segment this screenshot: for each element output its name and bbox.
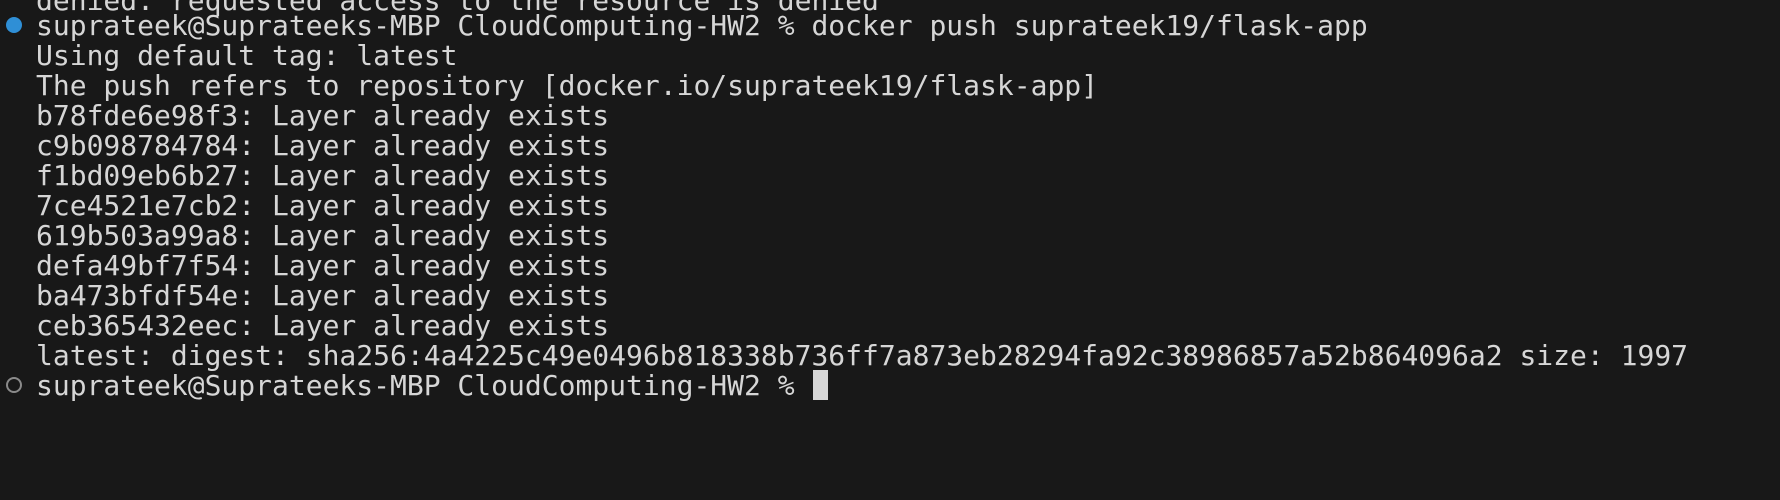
digest-output-line: latest: digest: sha256:4a4225c49e0496b81… — [36, 339, 1689, 372]
output-line: ba473bfdf54e: Layer already exists — [36, 279, 610, 312]
command-prompt-line: suprateek@Suprateeks-MBP CloudComputing-… — [36, 9, 1368, 42]
cursor-block[interactable] — [813, 370, 829, 400]
output-line: f1bd09eb6b27: Layer already exists — [36, 159, 610, 192]
output-line: b78fde6e98f3: Layer already exists — [36, 99, 610, 132]
output-line: c9b098784784: Layer already exists — [36, 129, 610, 162]
final-prompt-line[interactable]: suprateek@Suprateeks-MBP CloudComputing-… — [36, 369, 829, 403]
output-line: defa49bf7f54: Layer already exists — [36, 249, 610, 282]
output-line: 7ce4521e7cb2: Layer already exists — [36, 189, 610, 222]
output-line: The push refers to repository [docker.io… — [36, 69, 1099, 102]
prompt-status-dot-icon[interactable] — [6, 377, 22, 393]
output-line: ceb365432eec: Layer already exists — [36, 309, 610, 342]
command-status-dot-icon[interactable] — [6, 17, 22, 33]
prompt-text: suprateek@Suprateeks-MBP CloudComputing-… — [36, 369, 812, 402]
terminal-window[interactable]: denied: requested access to the resource… — [0, 0, 1780, 500]
output-line: Using default tag: latest — [36, 39, 458, 72]
output-line: 619b503a99a8: Layer already exists — [36, 219, 610, 252]
